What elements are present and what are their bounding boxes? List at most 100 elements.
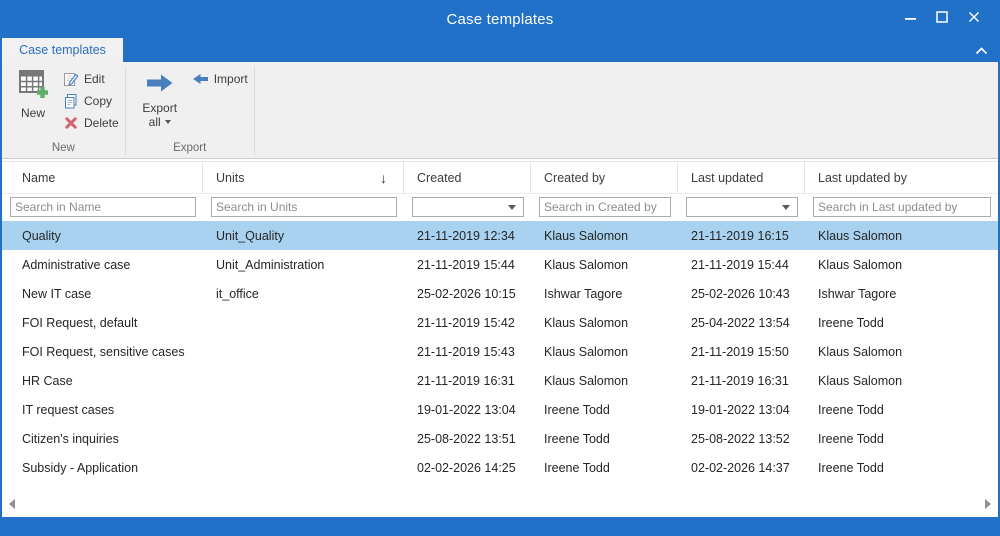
new-button[interactable]: New — [10, 68, 56, 120]
cell-last-updated-by: Klaus Salomon — [818, 228, 903, 243]
dropdown-caret-icon — [508, 205, 516, 210]
cell-created: 21-11-2019 15:44 — [417, 257, 515, 272]
scroll-right-button[interactable] — [982, 498, 994, 510]
column-header-label: Name — [22, 170, 56, 185]
cell-last-updated: 25-08-2022 13:52 — [691, 431, 790, 446]
cell-created: 25-08-2022 13:51 — [417, 431, 516, 446]
titlebar: Case templates — [0, 0, 1000, 38]
cell-created: 21-11-2019 16:31 — [417, 373, 515, 388]
cell-name: FOI Request, sensitive cases — [22, 344, 185, 359]
cell-created-by: Klaus Salomon — [544, 228, 629, 243]
copy-button[interactable]: Copy — [62, 90, 119, 112]
column-header-label: Last updated — [691, 170, 764, 185]
table-row[interactable]: Administrative case Unit_Administration 21… — [2, 250, 998, 279]
table-header-row: Name Units ↓ Created Created by Last updated L… — [2, 161, 998, 194]
maximize-icon — [936, 11, 948, 26]
cell-last-updated: 19-01-2022 13:04 — [691, 402, 790, 417]
table-row[interactable]: Subsidy - Application 02-02-2026 14:25 Ire… — [2, 453, 998, 482]
column-header-created-by[interactable]: Created by — [531, 162, 678, 193]
cell-name: Subsidy - Application — [22, 460, 139, 475]
filter-row — [2, 194, 998, 221]
cell-units — [203, 395, 404, 424]
export-arrow-icon — [145, 72, 175, 97]
filter-dropdown-created[interactable] — [412, 197, 524, 217]
dropdown-caret-icon — [164, 120, 171, 125]
cell-units: Unit_Quality — [216, 228, 285, 243]
cell-name: Administrative case — [22, 257, 131, 272]
cell-last-updated-by: Klaus Salomon — [818, 373, 903, 388]
cell-created-by: Klaus Salomon — [544, 373, 629, 388]
window-title: Case templates — [446, 10, 554, 28]
import-arrow-icon — [192, 73, 209, 85]
filter-input-created-by[interactable] — [539, 197, 671, 217]
filter-input-last-updated-by[interactable] — [813, 197, 991, 217]
bottom-bar — [0, 517, 1000, 536]
table-row[interactable]: IT request cases 19-01-2022 13:04 Ireene T… — [2, 395, 998, 424]
table-row[interactable]: New IT case it_office 25-02-2026 10:15 Ishw… — [2, 279, 998, 308]
ribbon-group-separator — [253, 67, 255, 155]
cell-created-by: Klaus Salomon — [544, 257, 629, 272]
scroll-left-icon — [9, 499, 15, 509]
cell-last-updated: 21-11-2019 16:15 — [691, 228, 789, 243]
copy-icon — [62, 93, 79, 109]
cell-name: IT request cases — [22, 402, 115, 417]
import-button[interactable]: Import — [192, 68, 248, 90]
filter-cell-last-updated — [678, 194, 805, 221]
column-header-created[interactable]: Created — [404, 162, 531, 193]
cell-units — [203, 337, 404, 366]
group-label-new: New — [51, 142, 75, 154]
app-window: Case templates Case templates New Edit C… — [0, 0, 1000, 536]
cell-created-by: Klaus Salomon — [544, 315, 629, 330]
table-row[interactable]: FOI Request, sensitive cases 21-11-2019 1… — [2, 337, 998, 366]
filter-cell-last-updated-by — [805, 194, 998, 221]
column-header-last-updated[interactable]: Last updated — [678, 162, 805, 193]
filter-input-name[interactable] — [10, 197, 196, 217]
delete-button[interactable]: Delete — [62, 112, 119, 134]
cell-created-by: Ireene Todd — [544, 431, 610, 446]
cell-last-updated-by: Klaus Salomon — [818, 257, 903, 272]
new-case-template-icon — [17, 68, 49, 102]
column-header-units[interactable]: Units ↓ — [203, 162, 404, 193]
filter-input-units[interactable] — [211, 197, 397, 217]
cell-last-updated-by: Ireene Todd — [818, 315, 884, 330]
delete-icon — [62, 116, 79, 130]
cell-created: 21-11-2019 12:34 — [417, 228, 515, 243]
cell-name: FOI Request, default — [22, 315, 138, 330]
cell-last-updated-by: Ireene Todd — [818, 402, 884, 417]
table-row[interactable]: Quality Unit_Quality 21-11-2019 12:34 Klaus… — [2, 221, 998, 250]
cell-last-updated-by: Ireene Todd — [818, 431, 884, 446]
close-button[interactable] — [958, 5, 990, 32]
cell-created: 25-02-2026 10:15 — [417, 286, 516, 301]
column-header-name[interactable]: Name — [2, 162, 203, 193]
filter-cell-created — [404, 194, 531, 221]
edit-button[interactable]: Edit — [62, 68, 119, 90]
tab-case-templates[interactable]: Case templates — [2, 38, 123, 62]
table-row[interactable]: FOI Request, default 21-11-2019 15:42 Klau… — [2, 308, 998, 337]
cell-units — [203, 424, 404, 453]
cell-units — [203, 453, 404, 482]
minimize-icon — [904, 11, 916, 26]
sort-descending-icon: ↓ — [380, 169, 387, 186]
cell-created-by: Ireene Todd — [544, 402, 610, 417]
cell-name: New IT case — [22, 286, 92, 301]
cell-last-updated-by: Ireene Todd — [818, 460, 884, 475]
scroll-left-button[interactable] — [6, 498, 18, 510]
column-header-label: Units — [216, 170, 245, 185]
filter-dropdown-last-updated[interactable] — [686, 197, 798, 217]
export-all-button[interactable]: Export all — [134, 68, 186, 130]
minimize-button[interactable] — [894, 5, 926, 32]
maximize-button[interactable] — [926, 5, 958, 32]
cell-created-by: Ireene Todd — [544, 460, 610, 475]
tabbar: Case templates — [0, 38, 1000, 62]
cell-name: HR Case — [22, 373, 73, 388]
ribbon-collapse-button[interactable] — [970, 42, 992, 58]
cell-units: it_office — [216, 286, 259, 301]
cell-last-updated: 21-11-2019 15:44 — [691, 257, 789, 272]
cell-last-updated: 02-02-2026 14:37 — [691, 460, 790, 475]
cell-last-updated: 21-11-2019 16:31 — [691, 373, 789, 388]
cell-name: Citizen's inquiries — [22, 431, 119, 446]
table-row[interactable]: HR Case 21-11-2019 16:31 Klaus Salomon 21-1… — [2, 366, 998, 395]
table-row[interactable]: Citizen's inquiries 25-08-2022 13:51 Ireen… — [2, 424, 998, 453]
column-header-last-updated-by[interactable]: Last updated by — [805, 162, 998, 193]
cell-created: 21-11-2019 15:42 — [417, 315, 515, 330]
